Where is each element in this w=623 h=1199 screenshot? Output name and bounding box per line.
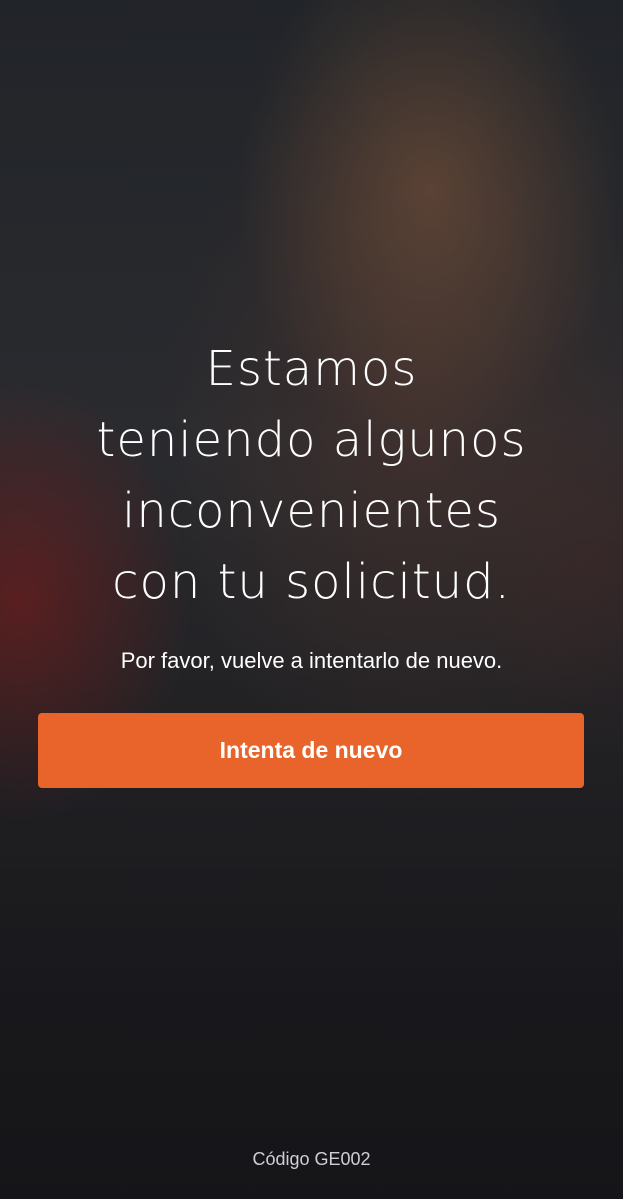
error-code: Código GE002	[252, 1149, 371, 1169]
headline-line-3: inconvenientes	[122, 483, 501, 539]
error-headline: Estamos teniendo algunos inconvenientes …	[0, 334, 623, 618]
headline-line-4: con tu solicitud.	[112, 554, 511, 610]
headline-line-1: Estamos	[205, 341, 418, 397]
error-subtitle: Por favor, vuelve a intentarlo de nuevo.	[120, 648, 503, 673]
headline-line-2: teniendo algunos	[96, 412, 527, 468]
retry-button[interactable]: Intenta de nuevo	[38, 713, 584, 788]
error-screen: Estamos teniendo algunos inconvenientes …	[0, 0, 623, 1199]
